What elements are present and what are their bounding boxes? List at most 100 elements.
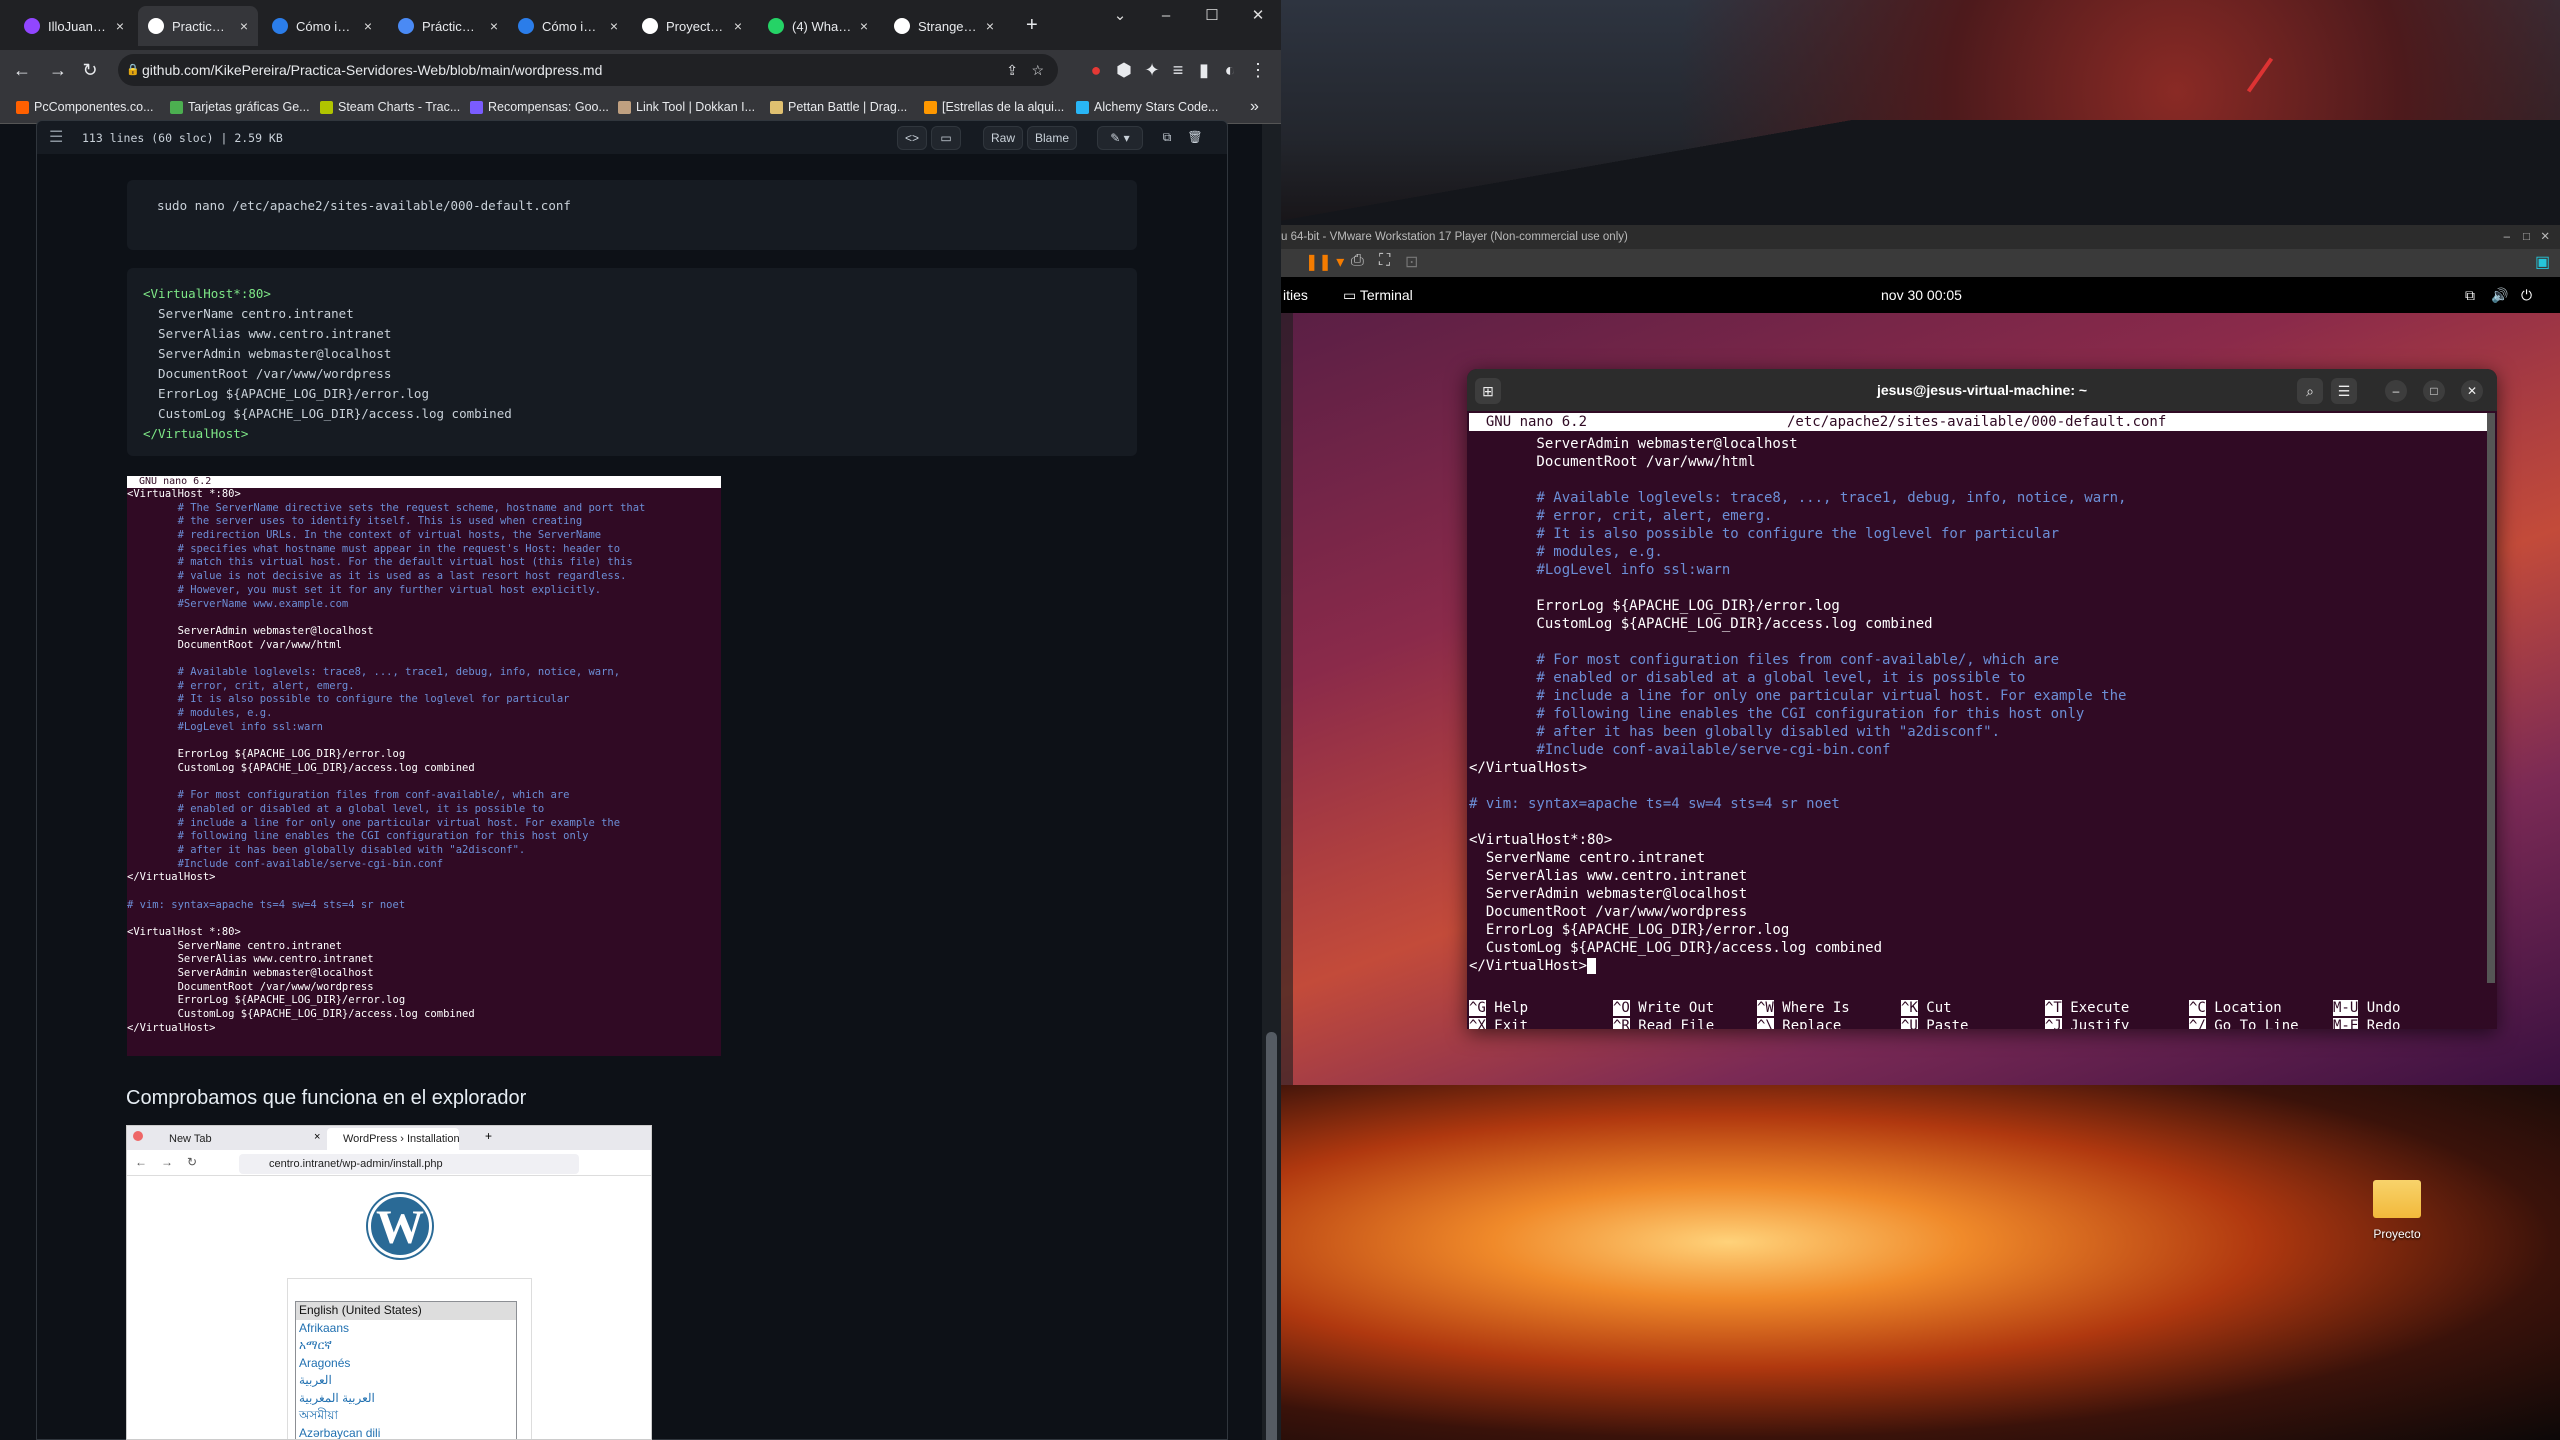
bookmark-item[interactable]: PcComponentes.co... bbox=[14, 90, 154, 124]
bookmark-item[interactable]: Steam Charts - Trac... bbox=[318, 90, 460, 124]
extensions-puzzle-icon[interactable]: ✦ bbox=[1140, 58, 1164, 82]
close-icon[interactable]: ✕ bbox=[2461, 380, 2483, 402]
side-panel-icon[interactable]: ▮ bbox=[1192, 58, 1216, 82]
page-scrollbar[interactable] bbox=[1262, 124, 1281, 1440]
nano-text-line: </VirtualHost> bbox=[1469, 759, 1587, 777]
network-icon[interactable]: ⧉ bbox=[2465, 277, 2475, 313]
browser-tab[interactable]: Cómo insta × bbox=[508, 6, 628, 46]
browser-tab[interactable]: Cómo insta × bbox=[262, 6, 382, 46]
tab-close-icon[interactable]: × bbox=[860, 18, 868, 34]
shortcut-label: Write Out bbox=[1638, 1000, 1715, 1016]
power-icon[interactable]: ⏻ bbox=[2521, 277, 2532, 313]
bookmarks-overflow-icon[interactable]: » bbox=[1250, 90, 1259, 124]
folder-icon[interactable] bbox=[2373, 1180, 2421, 1218]
bookmark-item[interactable]: [Estrellas de la alqui... bbox=[922, 90, 1064, 124]
tab-label: Cómo insta bbox=[542, 18, 602, 34]
shortcut-key: M-U bbox=[2333, 1000, 2359, 1016]
scrollbar-thumb[interactable] bbox=[1266, 1032, 1277, 1440]
browser-tab[interactable]: ProyectoDe × bbox=[632, 6, 752, 46]
tab-close-icon[interactable]: × bbox=[364, 18, 372, 34]
nano-screenshot-line: # include a line for only one particular… bbox=[127, 816, 621, 829]
copy-icon[interactable]: ⧉ bbox=[1155, 126, 1179, 150]
forward-icon[interactable]: → bbox=[46, 58, 70, 82]
code-line: ServerName centro.intranet bbox=[143, 306, 354, 321]
minimize-icon[interactable]: – bbox=[2504, 225, 2510, 249]
code-view-icon[interactable]: <> bbox=[897, 126, 927, 150]
reading-list-icon[interactable]: ≡ bbox=[1166, 58, 1190, 82]
nano-text-line: ServerAlias www.centro.intranet bbox=[1469, 867, 1747, 885]
new-tab-button[interactable]: + bbox=[1026, 14, 1038, 37]
address-bar[interactable]: 🔒 github.com/KikePereira/Practica-Servid… bbox=[118, 54, 1058, 86]
profile-avatar[interactable]: ◐ bbox=[1218, 58, 1242, 82]
nano-screenshot-header: GNU nano 6.2 bbox=[127, 476, 721, 488]
browser-tab[interactable]: Práctica_1_ × bbox=[388, 6, 508, 46]
nano-editor[interactable]: GNU nano 6.2/etc/apache2/sites-available… bbox=[1467, 411, 2497, 1029]
browser-tab[interactable]: Strange "Pa × bbox=[884, 6, 1004, 46]
nano-screenshot-line: ServerAdmin webmaster@localhost bbox=[127, 967, 374, 980]
hamburger-menu-icon[interactable]: ☰ bbox=[2331, 378, 2357, 404]
close-window-button[interactable]: ✕ bbox=[1235, 0, 1281, 30]
nano-shortcut: ^W Where Is bbox=[1757, 999, 1850, 1017]
bookmark-item[interactable]: Alchemy Stars Code... bbox=[1074, 90, 1218, 124]
browser-tab[interactable]: Practica-Se × bbox=[138, 6, 258, 46]
vm-status-icon[interactable]: ▣ bbox=[2535, 252, 2550, 272]
fit-guest-icon[interactable]: ⛶ bbox=[1379, 252, 1390, 270]
nano-text-line: # vim: syntax=apache ts=4 sw=4 sts=4 sr … bbox=[1469, 795, 1840, 813]
raw-button[interactable]: Raw bbox=[983, 126, 1023, 150]
tab-close-icon[interactable]: × bbox=[610, 18, 618, 34]
extension-icon-2[interactable]: ⬢ bbox=[1112, 58, 1136, 82]
preview-icon[interactable]: ▭ bbox=[931, 126, 961, 150]
terminal-window: ⊞ jesus@jesus-virtual-machine: ~ ⌕ ☰ – □… bbox=[1467, 369, 2497, 1029]
bookmark-star-icon[interactable]: ☆ bbox=[1031, 54, 1044, 86]
back-icon[interactable]: ← bbox=[10, 58, 34, 82]
tab-close-icon[interactable]: × bbox=[490, 18, 498, 34]
nano-screenshot-line: # error, crit, alert, emerg. bbox=[127, 679, 355, 692]
maximize-icon[interactable]: □ bbox=[2423, 380, 2445, 402]
gnome-top-bar: ities ▭ Terminal nov 30 00:05 ⧉ 🔊 ⏻ bbox=[1281, 277, 2560, 313]
nano-line-text: DocumentRoot /var/www/html bbox=[1469, 454, 1756, 470]
delete-icon[interactable]: 🗑 bbox=[1183, 126, 1207, 150]
maximize-icon[interactable]: □ bbox=[2523, 225, 2530, 249]
outline-icon[interactable]: ☰ bbox=[49, 121, 63, 155]
minimize-button[interactable]: – bbox=[1143, 0, 1189, 30]
reload-icon[interactable]: ↻ bbox=[78, 58, 102, 82]
nano-text-line: # It is also possible to configure the l… bbox=[1469, 525, 2059, 543]
shortcut-key: ^G bbox=[1469, 1000, 1486, 1016]
nano-screenshot-line: # The ServerName directive sets the requ… bbox=[127, 501, 646, 514]
tab-close-icon[interactable]: × bbox=[240, 18, 248, 34]
wp-tab-new: New Tab bbox=[169, 1133, 212, 1145]
nano-line-text: # after it has been globally disabled wi… bbox=[1469, 724, 2001, 740]
share-icon[interactable]: ⇪ bbox=[1006, 54, 1018, 86]
terminal-app-indicator[interactable]: ▭ Terminal bbox=[1343, 277, 1413, 313]
minimize-icon[interactable]: – bbox=[2385, 380, 2407, 402]
unity-icon[interactable]: ⊡ bbox=[1405, 252, 1418, 272]
wp-language-option: العربية المغربية bbox=[299, 1390, 375, 1405]
nano-screenshot-line: <VirtualHost *:80> bbox=[127, 926, 241, 938]
volume-icon[interactable]: 🔊 bbox=[2491, 277, 2508, 313]
extension-icon[interactable]: ● bbox=[1084, 58, 1108, 82]
tab-search-icon[interactable]: ⌄ bbox=[1097, 0, 1143, 30]
tab-close-icon[interactable]: × bbox=[116, 18, 124, 34]
pause-icon[interactable]: ❚❚ ▾ bbox=[1305, 252, 1344, 272]
browser-tab[interactable]: (4) WhatsAp × bbox=[758, 6, 878, 46]
blame-button[interactable]: Blame bbox=[1027, 126, 1077, 150]
tab-close-icon[interactable]: × bbox=[734, 18, 742, 34]
clock[interactable]: nov 30 00:05 bbox=[1881, 277, 1962, 313]
browser-tab[interactable]: IlloJuan - Tw × bbox=[14, 6, 134, 46]
bookmark-item[interactable]: Recompensas: Goo... bbox=[468, 90, 609, 124]
send-keys-icon[interactable]: ⎙ bbox=[1351, 252, 1364, 270]
activities-button[interactable]: ities bbox=[1283, 277, 1308, 313]
bookmark-item[interactable]: Tarjetas gráficas Ge... bbox=[168, 90, 310, 124]
shortcut-key: ^T bbox=[2045, 1000, 2062, 1016]
folder-label: Proyecto bbox=[2373, 1227, 2421, 1241]
bookmark-item[interactable]: Link Tool | Dokkan I... bbox=[616, 90, 755, 124]
close-icon[interactable]: ✕ bbox=[2540, 225, 2550, 249]
bookmark-item[interactable]: Pettan Battle | Drag... bbox=[768, 90, 907, 124]
maximize-button[interactable]: ☐ bbox=[1189, 0, 1235, 30]
terminal-scrollbar[interactable] bbox=[2487, 413, 2495, 983]
edit-pencil-icon[interactable]: ✎ ▾ bbox=[1097, 126, 1143, 150]
tab-close-icon[interactable]: × bbox=[986, 18, 994, 34]
nano-screenshot-line: DocumentRoot /var/www/html bbox=[127, 638, 342, 651]
search-icon[interactable]: ⌕ bbox=[2297, 378, 2323, 404]
browser-menu-icon[interactable]: ⋮ bbox=[1246, 58, 1270, 82]
